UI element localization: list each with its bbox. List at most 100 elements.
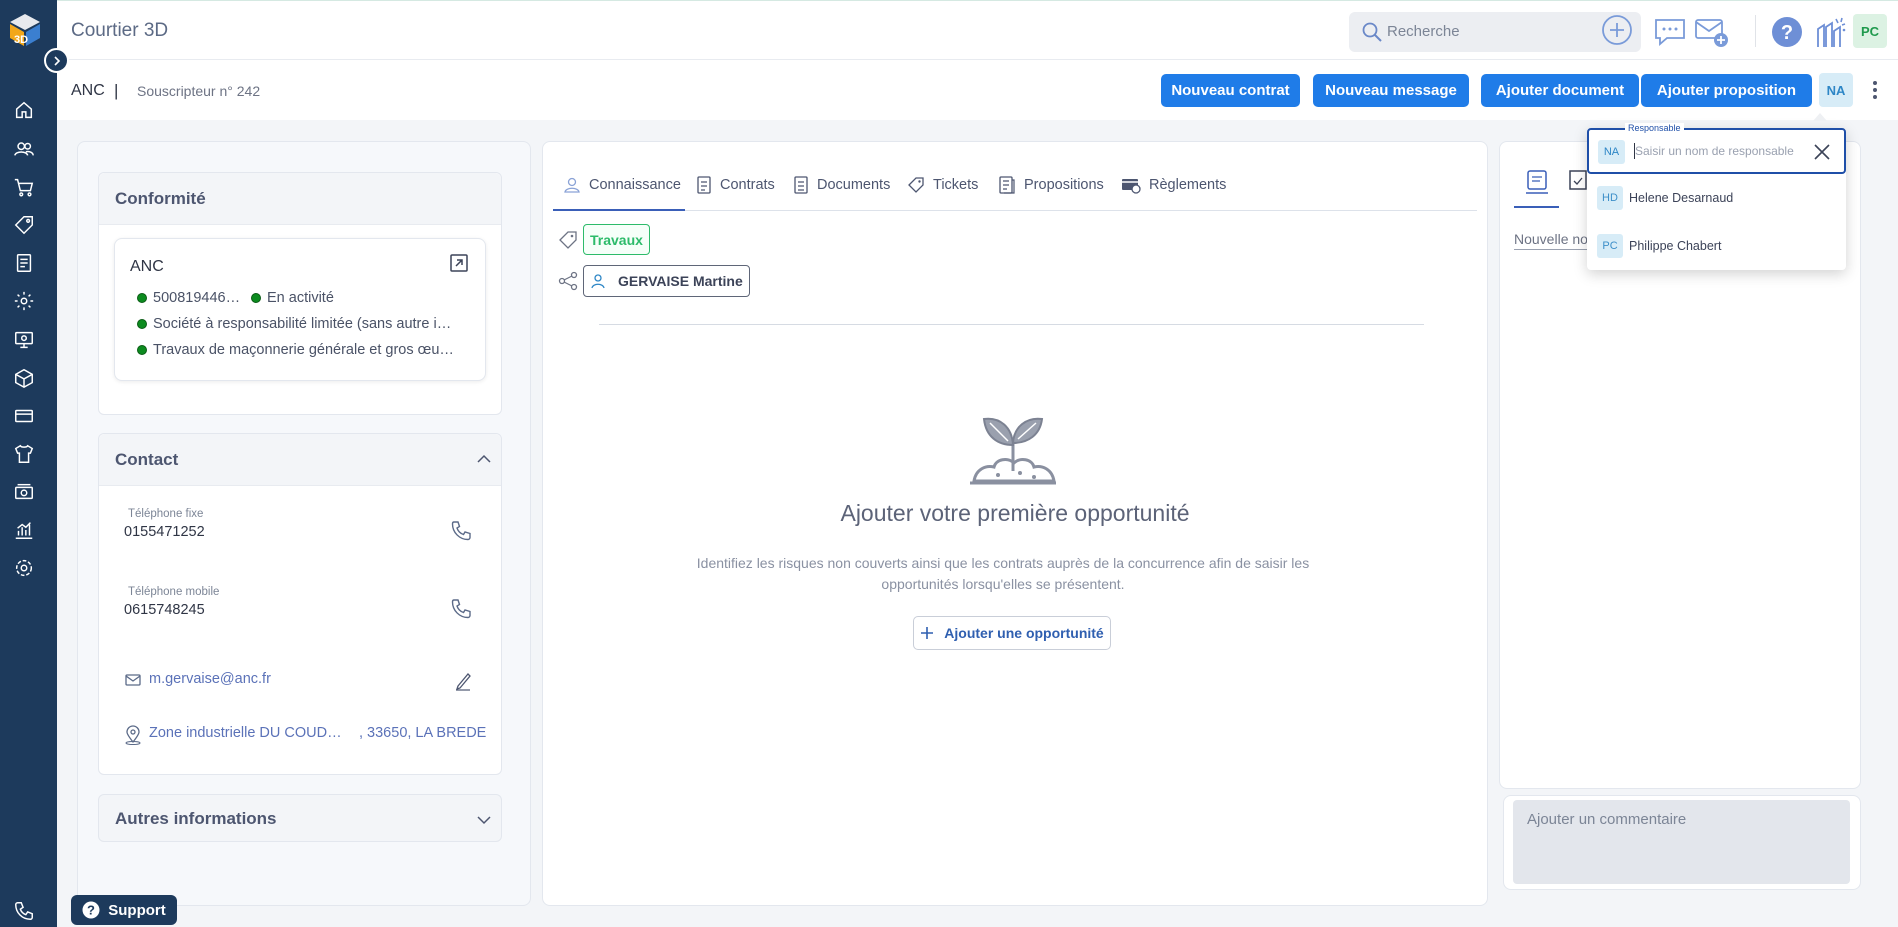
chart-icon[interactable]: [13, 519, 37, 543]
search-input[interactable]: Recherche: [1349, 12, 1641, 52]
mail-add-icon[interactable]: [1694, 17, 1730, 49]
responsable-option[interactable]: HD Helene Desarnaud: [1587, 174, 1846, 222]
phone-call-icon[interactable]: [450, 520, 472, 542]
contact-title: Contact: [115, 450, 179, 469]
location-icon: [124, 725, 142, 745]
payment-icon: [1122, 179, 1141, 194]
comment-placeholder: Ajouter un commentaire: [1527, 811, 1687, 828]
chevron-up-icon[interactable]: [477, 454, 491, 464]
status-dot: [137, 345, 147, 355]
svg-text:3D: 3D: [14, 34, 28, 46]
conformite-header: Conformité: [99, 173, 501, 225]
box-icon[interactable]: [13, 367, 37, 391]
siren-line: 500819446…: [137, 290, 242, 306]
tab-label: Règlements: [1149, 177, 1227, 193]
add-opportunity-label: Ajouter une opportunité: [944, 625, 1104, 641]
address-line[interactable]: Zone industrielle DU COUD…: [149, 725, 371, 741]
breadcrumb-separator: |: [114, 81, 119, 100]
owner-avatar[interactable]: NA: [1819, 73, 1853, 107]
phone-fixed-label: Téléphone fixe: [128, 508, 204, 520]
close-icon[interactable]: [1813, 143, 1831, 161]
credit-card-icon[interactable]: [13, 405, 37, 429]
add-proposal-button[interactable]: Ajouter proposition: [1641, 74, 1812, 107]
tag-icon: [908, 177, 924, 193]
status-dot: [251, 293, 261, 303]
person-name: GERVAISE Martine: [618, 273, 743, 289]
settings-icon[interactable]: [13, 557, 37, 581]
address-city[interactable]: , 33650, LA BREDE: [359, 725, 486, 741]
search-icon: [1362, 22, 1382, 42]
option-name: Helene Desarnaud: [1629, 191, 1734, 205]
responsable-legend: Responsable: [1625, 123, 1684, 133]
email-link[interactable]: m.gervaise@anc.fr: [149, 671, 271, 687]
new-contract-button[interactable]: Nouveau contrat: [1161, 74, 1300, 107]
activity-description: Travaux de maçonnerie générale et gros œ…: [153, 342, 454, 358]
presentation-icon[interactable]: [13, 329, 37, 353]
breadcrumb: ANC | Souscripteur n° 242 Nouveau contra…: [57, 60, 1898, 120]
chevron-down-icon[interactable]: [477, 815, 491, 825]
shirt-icon[interactable]: [13, 443, 37, 467]
breadcrumb-subscriber: Souscripteur n° 242: [137, 83, 261, 99]
edit-icon[interactable]: [454, 671, 472, 691]
note-icon[interactable]: [1525, 169, 1549, 195]
option-avatar: PC: [1597, 234, 1623, 258]
legal-form: Société à responsabilité limitée (sans a…: [153, 316, 452, 332]
proposal-icon: [999, 176, 1015, 194]
activity-line: Travaux de maçonnerie générale et gros œ…: [137, 342, 477, 358]
support-button[interactable]: ? Support: [71, 895, 177, 925]
other-info-card[interactable]: Autres informations: [98, 794, 502, 842]
section-divider: [599, 324, 1424, 325]
comment-input[interactable]: Ajouter un commentaire: [1513, 800, 1850, 884]
responsable-option[interactable]: PC Philippe Chabert: [1587, 222, 1846, 270]
phone-call-icon[interactable]: [450, 598, 472, 620]
tab-contrats[interactable]: Contrats: [696, 171, 775, 199]
contract-icon: [697, 176, 711, 194]
chat-icon[interactable]: [1653, 17, 1687, 47]
responsable-input[interactable]: Responsable NA Saisir un nom de responsa…: [1587, 123, 1846, 174]
tab-reglements[interactable]: Règlements: [1121, 171, 1226, 199]
other-info-title: Autres informations: [115, 809, 277, 828]
legal-form-line: Société à responsabilité limitée (sans a…: [137, 316, 477, 332]
money-icon[interactable]: [13, 481, 37, 505]
more-options-icon[interactable]: [1872, 80, 1878, 100]
option-name: Philippe Chabert: [1629, 239, 1722, 253]
tab-propositions[interactable]: Propositions: [998, 171, 1104, 199]
users-icon[interactable]: [13, 138, 37, 162]
task-icon[interactable]: [1568, 169, 1588, 195]
tab-connaissance[interactable]: Connaissance: [563, 171, 681, 199]
sidebar-toggle-button[interactable]: [44, 48, 69, 73]
tab-tickets[interactable]: Tickets: [907, 171, 978, 199]
tab-label: Propositions: [1024, 177, 1104, 193]
app-logo-icon[interactable]: 3D: [8, 12, 42, 48]
tab-documents[interactable]: Documents: [793, 171, 890, 199]
add-circle-icon[interactable]: [1601, 14, 1633, 46]
center-panel: Connaissance Contrats Documents Tickets …: [542, 141, 1488, 906]
contact-card: Contact Téléphone fixe 0155471252 Téléph…: [98, 433, 502, 775]
activity-tag[interactable]: Travaux: [583, 224, 650, 255]
chevron-right-icon: [53, 55, 60, 66]
document-icon[interactable]: [13, 252, 37, 276]
activity-status: En activité: [267, 290, 334, 306]
home-icon[interactable]: [13, 99, 37, 123]
svg-text:?: ?: [87, 903, 95, 918]
new-note-label[interactable]: Nouvelle no: [1514, 231, 1588, 247]
person-tag[interactable]: GERVAISE Martine: [583, 265, 750, 297]
help-icon[interactable]: ?: [1771, 16, 1803, 48]
phone-fixed-value: 0155471252: [124, 524, 205, 540]
new-message-button[interactable]: Nouveau message: [1313, 74, 1469, 107]
left-navigation: 3D: [0, 0, 57, 927]
celebration-icon[interactable]: [1814, 15, 1848, 49]
phone-icon[interactable]: [13, 900, 37, 924]
conformite-title: Conformité: [115, 189, 206, 208]
cog-icon[interactable]: [13, 290, 37, 314]
user-avatar[interactable]: PC: [1853, 14, 1887, 48]
knowledge-icon: [564, 177, 580, 193]
add-opportunity-button[interactable]: Ajouter une opportunité: [913, 616, 1111, 650]
tag-icon[interactable]: [13, 214, 37, 238]
cart-icon[interactable]: [13, 176, 37, 200]
popup-arrow: [1813, 113, 1827, 121]
add-document-button[interactable]: Ajouter document: [1481, 74, 1639, 107]
open-external-icon[interactable]: [450, 254, 468, 272]
help-circle-icon: ?: [82, 901, 100, 919]
contact-header[interactable]: Contact: [99, 434, 501, 486]
